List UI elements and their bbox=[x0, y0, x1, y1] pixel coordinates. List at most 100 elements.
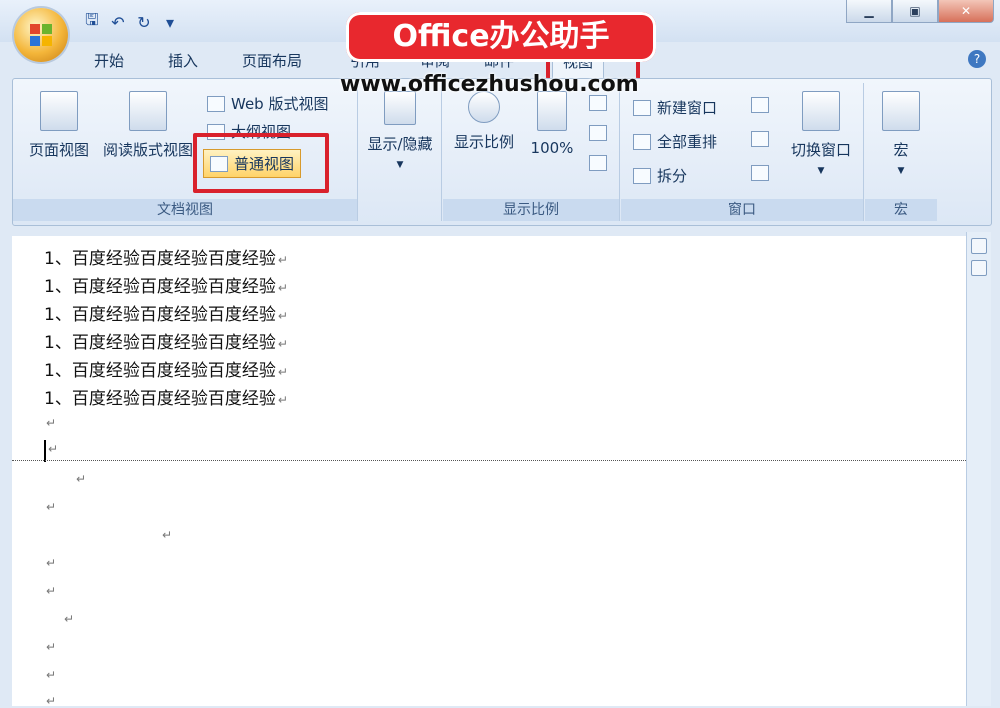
normal-view-highlight bbox=[193, 133, 329, 193]
paragraph-mark-icon: ↵ bbox=[46, 668, 57, 682]
zoom-label: 显示比例 bbox=[453, 133, 514, 151]
group-label-window: 窗口 bbox=[621, 199, 863, 221]
macro-icon bbox=[882, 91, 920, 131]
scroll-up-icon[interactable] bbox=[971, 260, 987, 276]
text-line: 1、百度经验百度经验百度经验 ↵ bbox=[44, 356, 288, 381]
paragraph-mark-icon: ↵ bbox=[64, 612, 75, 626]
paragraph-mark-icon: ↵ bbox=[76, 472, 87, 486]
paragraph-mark-icon: ↵ bbox=[162, 528, 173, 542]
paragraph-mark-icon: ↵ bbox=[277, 253, 288, 267]
zoom-100-button[interactable]: 100% bbox=[527, 91, 577, 157]
one-page-button[interactable] bbox=[589, 95, 607, 111]
line-text: 1、百度经验百度经验百度经验 bbox=[44, 333, 276, 353]
split-icon bbox=[633, 167, 651, 184]
zoom-100-label: 100% bbox=[530, 139, 574, 157]
line-text: 1、百度经验百度经验百度经验 bbox=[44, 305, 276, 325]
paragraph-mark-icon: ↵ bbox=[277, 281, 288, 295]
sync-scroll-button[interactable] bbox=[751, 131, 769, 147]
paragraph-mark-icon: ↵ bbox=[277, 365, 288, 379]
web-view-icon bbox=[207, 95, 225, 112]
vertical-ruler bbox=[966, 232, 991, 706]
split-button[interactable]: 拆分 bbox=[633, 165, 687, 186]
macros-dropdown-icon: ▼ bbox=[897, 166, 905, 176]
reading-view-label: 阅读版式视图 bbox=[102, 141, 193, 159]
paragraph-mark-icon: ↵ bbox=[46, 416, 57, 430]
arrange-all-button[interactable]: 全部重排 bbox=[633, 131, 717, 152]
document-area[interactable]: 1、百度经验百度经验百度经验 ↵ 1、百度经验百度经验百度经验 ↵ 1、百度经验百度… bbox=[12, 236, 966, 708]
minimize-button[interactable]: ▁ bbox=[846, 0, 892, 23]
office-logo-icon bbox=[30, 24, 52, 46]
watermark-badge: Office办公助手 bbox=[346, 12, 656, 62]
text-cursor bbox=[44, 440, 46, 462]
paragraph-mark-icon: ↵ bbox=[46, 500, 57, 514]
redo-icon[interactable]: ↻ bbox=[134, 13, 154, 32]
watermark-url: www.officezhushou.com bbox=[340, 72, 639, 97]
group-label-zoom: 显示比例 bbox=[443, 199, 619, 221]
save-icon[interactable]: 🖫 bbox=[82, 9, 102, 36]
restore-button[interactable]: ▣ bbox=[892, 0, 938, 23]
paragraph-mark-icon: ↵ bbox=[46, 556, 57, 570]
quick-access-toolbar: 🖫 ↶ ↻ ▾ bbox=[82, 9, 180, 36]
close-button[interactable]: ✕ bbox=[938, 0, 994, 23]
group-label-document-views: 文档视图 bbox=[13, 199, 357, 221]
ruler-toggle-icon[interactable] bbox=[971, 238, 987, 254]
group-macros: 宏 ▼ 宏 bbox=[865, 83, 937, 221]
show-hide-button[interactable]: 显示/隐藏 ▼ bbox=[361, 91, 439, 170]
reading-view-icon bbox=[129, 91, 167, 131]
line-text: 1、百度经验百度经验百度经验 bbox=[44, 249, 276, 269]
page-width-button[interactable] bbox=[589, 155, 607, 171]
paragraph-mark-icon: ↵ bbox=[277, 393, 288, 407]
arrange-all-label: 全部重排 bbox=[657, 133, 718, 151]
paragraph-mark-icon: ↵ bbox=[277, 337, 288, 351]
tab-insert[interactable]: 插入 bbox=[168, 50, 198, 71]
web-view-label: Web 版式视图 bbox=[231, 95, 329, 113]
web-view-button[interactable]: Web 版式视图 bbox=[207, 93, 328, 114]
show-hide-label: 显示/隐藏 bbox=[367, 135, 433, 153]
reading-view-button[interactable]: 阅读版式视图 bbox=[99, 91, 197, 160]
new-window-button[interactable]: 新建窗口 bbox=[633, 97, 717, 118]
zoom-button[interactable]: 显示比例 bbox=[449, 91, 519, 152]
help-icon[interactable]: ? bbox=[968, 50, 986, 68]
line-text: 1、百度经验百度经验百度经验 bbox=[44, 361, 276, 381]
show-hide-dropdown-icon: ▼ bbox=[396, 160, 404, 170]
ribbon: 页面视图 阅读版式视图 Web 版式视图 大纲视图 普通视图 文档视图 显示/隐… bbox=[12, 78, 992, 226]
text-line: 1、百度经验百度经验百度经验 ↵ bbox=[44, 328, 288, 353]
page-width-icon bbox=[589, 155, 607, 171]
page-view-button[interactable]: 页面视图 bbox=[21, 91, 97, 160]
switch-window-button[interactable]: 切换窗口 ▼ bbox=[783, 91, 859, 176]
customize-icon[interactable]: ▾ bbox=[160, 13, 180, 32]
text-line: 1、百度经验百度经验百度经验 ↵ bbox=[44, 272, 288, 297]
line-text: 1、百度经验百度经验百度经验 bbox=[44, 389, 276, 409]
reset-window-button[interactable] bbox=[751, 165, 769, 181]
new-window-icon bbox=[633, 99, 651, 116]
paragraph-mark-icon: ↵ bbox=[46, 584, 57, 598]
tab-home[interactable]: 开始 bbox=[94, 50, 124, 71]
new-window-label: 新建窗口 bbox=[657, 99, 718, 117]
window-controls: ▁ ▣ ✕ bbox=[846, 0, 994, 23]
undo-icon[interactable]: ↶ bbox=[108, 13, 128, 32]
line-text: 1、百度经验百度经验百度经验 bbox=[44, 277, 276, 297]
switch-window-label: 切换窗口 bbox=[790, 141, 851, 159]
two-pages-button[interactable] bbox=[589, 125, 607, 141]
page-break-line bbox=[12, 460, 966, 461]
page-view-icon bbox=[40, 91, 78, 131]
reset-window-icon bbox=[751, 165, 769, 181]
tab-page-layout[interactable]: 页面布局 bbox=[242, 50, 302, 71]
text-line: 1、百度经验百度经验百度经验 ↵ bbox=[44, 244, 288, 269]
group-window: 新建窗口 全部重排 拆分 切换窗口 ▼ 窗口 bbox=[621, 83, 864, 221]
group-show-hide: 显示/隐藏 ▼ bbox=[359, 83, 442, 221]
text-line: 1、百度经验百度经验百度经验 ↵ bbox=[44, 384, 288, 409]
arrange-all-icon bbox=[633, 133, 651, 150]
sync-scroll-icon bbox=[751, 131, 769, 147]
paragraph-mark-icon: ↵ bbox=[46, 640, 57, 654]
page-view-label: 页面视图 bbox=[28, 141, 89, 159]
group-zoom: 显示比例 100% 显示比例 bbox=[443, 83, 620, 221]
office-button[interactable] bbox=[14, 8, 68, 62]
paragraph-mark-icon: ↵ bbox=[277, 309, 288, 323]
switch-window-icon bbox=[802, 91, 840, 131]
view-side-by-side-button[interactable] bbox=[751, 97, 769, 113]
macros-label: 宏 bbox=[893, 141, 909, 159]
macros-button[interactable]: 宏 ▼ bbox=[871, 91, 931, 176]
one-page-icon bbox=[589, 95, 607, 111]
two-pages-icon bbox=[589, 125, 607, 141]
